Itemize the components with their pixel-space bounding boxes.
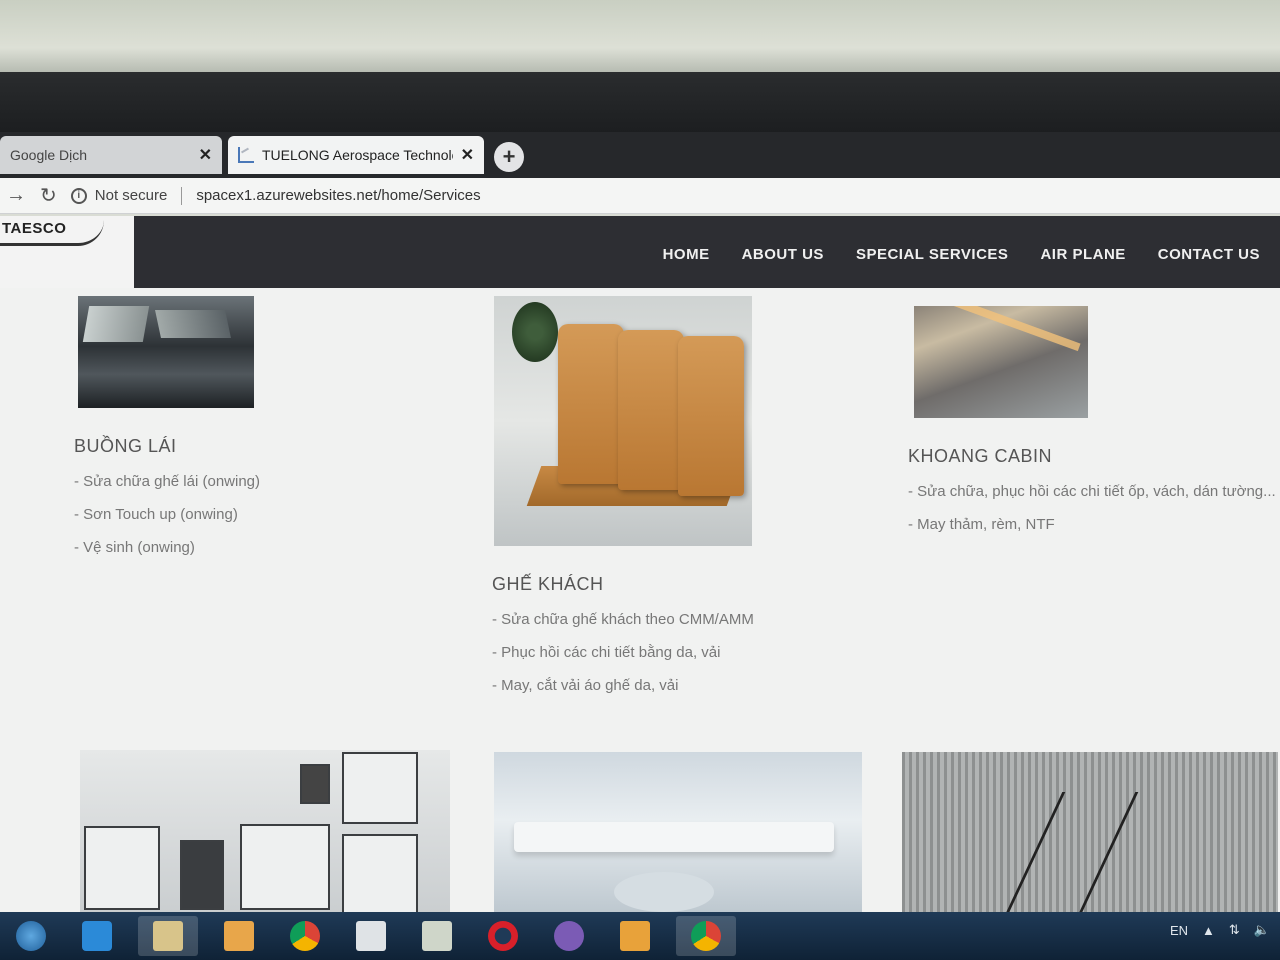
service-cockpit: BUỒNG LÁI - Sửa chữa ghế lái (onwing) - …: [74, 296, 260, 572]
galley-cabinet-shape: [342, 752, 418, 824]
nav-air-plane[interactable]: AIR PLANE: [1040, 246, 1125, 263]
service-item: - May, cắt vải áo ghế da, vải: [492, 677, 679, 694]
nav-special-services[interactable]: SPECIAL SERVICES: [856, 246, 1009, 263]
notepad-icon: [356, 921, 386, 951]
service-title: KHOANG CABIN: [908, 446, 1053, 466]
windows-start-icon: [16, 921, 46, 951]
start-button[interactable]: [6, 916, 56, 956]
galley-oven-shape: [180, 840, 224, 910]
close-tab-icon[interactable]: ✕: [199, 145, 212, 165]
seat-shape: [618, 330, 684, 490]
galley-image: [80, 750, 450, 920]
logo-text: TAESCO: [2, 220, 67, 237]
monitor-bezel: [0, 72, 1280, 138]
nav-contact-us[interactable]: CONTACT US: [1158, 246, 1260, 263]
hangar-image: [902, 752, 1278, 922]
service-list: - Sửa chữa ghế lái (onwing) - Sơn Touch …: [74, 473, 260, 556]
taskbar-viber[interactable]: [544, 916, 594, 956]
service-item: - May thảm, rèm, NTF: [908, 516, 1055, 533]
taskbar-chrome-active[interactable]: [676, 916, 736, 956]
site-logo[interactable]: TAESCO: [0, 216, 134, 288]
service-item: - Sửa chữa, phục hồi các chi tiết ốp, vá…: [908, 483, 1276, 500]
tab-label: TUELONG Aerospace Technology: [262, 147, 453, 163]
site-header: TAESCO HOME ABOUT US SPECIAL SERVICES AI…: [0, 216, 1280, 288]
cabin-image: [914, 306, 1088, 418]
volume-icon[interactable]: 🔈: [1254, 922, 1270, 938]
network-icon[interactable]: ⇅: [1229, 922, 1240, 938]
taskbar-media-player[interactable]: [214, 916, 264, 956]
nav-home[interactable]: HOME: [663, 246, 710, 263]
seat-shape: [558, 324, 624, 484]
taskbar-file-explorer[interactable]: [138, 916, 198, 956]
service-item: - Sửa chữa ghế khách theo CMM/AMM: [492, 611, 754, 628]
service-title: GHẾ KHÁCH: [492, 574, 604, 594]
service-list: - Sửa chữa ghế khách theo CMM/AMM - Phục…: [492, 611, 754, 694]
chrome-active-icon: [691, 921, 721, 951]
service-item: - Phục hồi các chi tiết bằng da, vải: [492, 644, 721, 661]
language-indicator[interactable]: EN: [1170, 923, 1188, 938]
viber-icon: [554, 921, 584, 951]
service-cabin: KHOANG CABIN - Sửa chữa, phục hồi các ch…: [908, 306, 1276, 549]
service-item: - Vệ sinh (onwing): [74, 539, 195, 556]
services-content: BUỒNG LÁI - Sửa chữa ghế lái (onwing) - …: [0, 288, 1280, 922]
close-tab-icon[interactable]: ✕: [461, 145, 474, 165]
galley-panel-shape: [300, 764, 330, 804]
forward-arrow-icon[interactable]: →: [6, 184, 26, 207]
address-bar: → ↻ i Not secure spacex1.azurewebsites.n…: [0, 178, 1280, 214]
info-icon: i: [70, 187, 87, 204]
taskbar-opera[interactable]: [478, 916, 528, 956]
main-navigation: HOME ABOUT US SPECIAL SERVICES AIR PLANE…: [663, 246, 1260, 263]
reload-icon[interactable]: ↻: [40, 183, 57, 208]
taskbar-ie[interactable]: [72, 916, 122, 956]
browser-tab-strip: Google Dịch ✕ TUELONG Aerospace Technolo…: [0, 132, 1280, 178]
security-label: Not secure: [94, 187, 168, 204]
calculator-icon: [422, 921, 452, 951]
url-field[interactable]: spacex1.azurewebsites.net/home/Services: [196, 187, 480, 204]
file-explorer-icon: [153, 921, 183, 951]
service-passenger-seats: GHẾ KHÁCH - Sửa chữa ghế khách theo CMM/…: [492, 296, 754, 710]
new-tab-button[interactable]: +: [494, 142, 524, 172]
opera-icon: [488, 921, 518, 951]
service-list: - Sửa chữa, phục hồi các chi tiết ốp, vá…: [908, 483, 1276, 533]
chrome-icon: [290, 921, 320, 951]
cockpit-image: [78, 296, 254, 408]
tab-tuelong[interactable]: TUELONG Aerospace Technology ✕: [228, 136, 484, 174]
tab-google-dich[interactable]: Google Dịch ✕: [0, 136, 222, 174]
galley-cabinet-shape: [342, 834, 418, 914]
media-player-icon: [224, 921, 254, 951]
taskbar-outlook[interactable]: [610, 916, 660, 956]
galley-cabinet-shape: [240, 824, 330, 910]
site-favicon-icon: [238, 147, 254, 163]
windows-taskbar: EN ▲ ⇅ 🔈: [0, 912, 1280, 960]
tab-label: Google Dịch: [10, 147, 88, 163]
security-indicator[interactable]: i Not secure: [70, 187, 168, 204]
passenger-seats-image: [494, 296, 752, 546]
internet-explorer-icon: [82, 921, 112, 951]
service-title: BUỒNG LÁI: [74, 436, 177, 456]
system-tray: EN ▲ ⇅ 🔈: [1170, 922, 1270, 938]
service-item: - Sơn Touch up (onwing): [74, 506, 238, 523]
galley-cabinet-shape: [84, 826, 160, 910]
outlook-icon: [620, 921, 650, 951]
service-item: - Sửa chữa ghế lái (onwing): [74, 473, 261, 490]
taskbar-notepad[interactable]: [346, 916, 396, 956]
show-hidden-icons-icon[interactable]: ▲: [1202, 923, 1215, 938]
address-divider: [181, 186, 183, 205]
monitor-wall-background: [0, 0, 1280, 80]
taskbar-calculator[interactable]: [412, 916, 462, 956]
taskbar-chrome[interactable]: [280, 916, 330, 956]
lavatory-image: [494, 752, 862, 922]
nav-about-us[interactable]: ABOUT US: [742, 246, 824, 263]
seat-shape: [678, 336, 744, 496]
plant-shape: [512, 302, 558, 362]
